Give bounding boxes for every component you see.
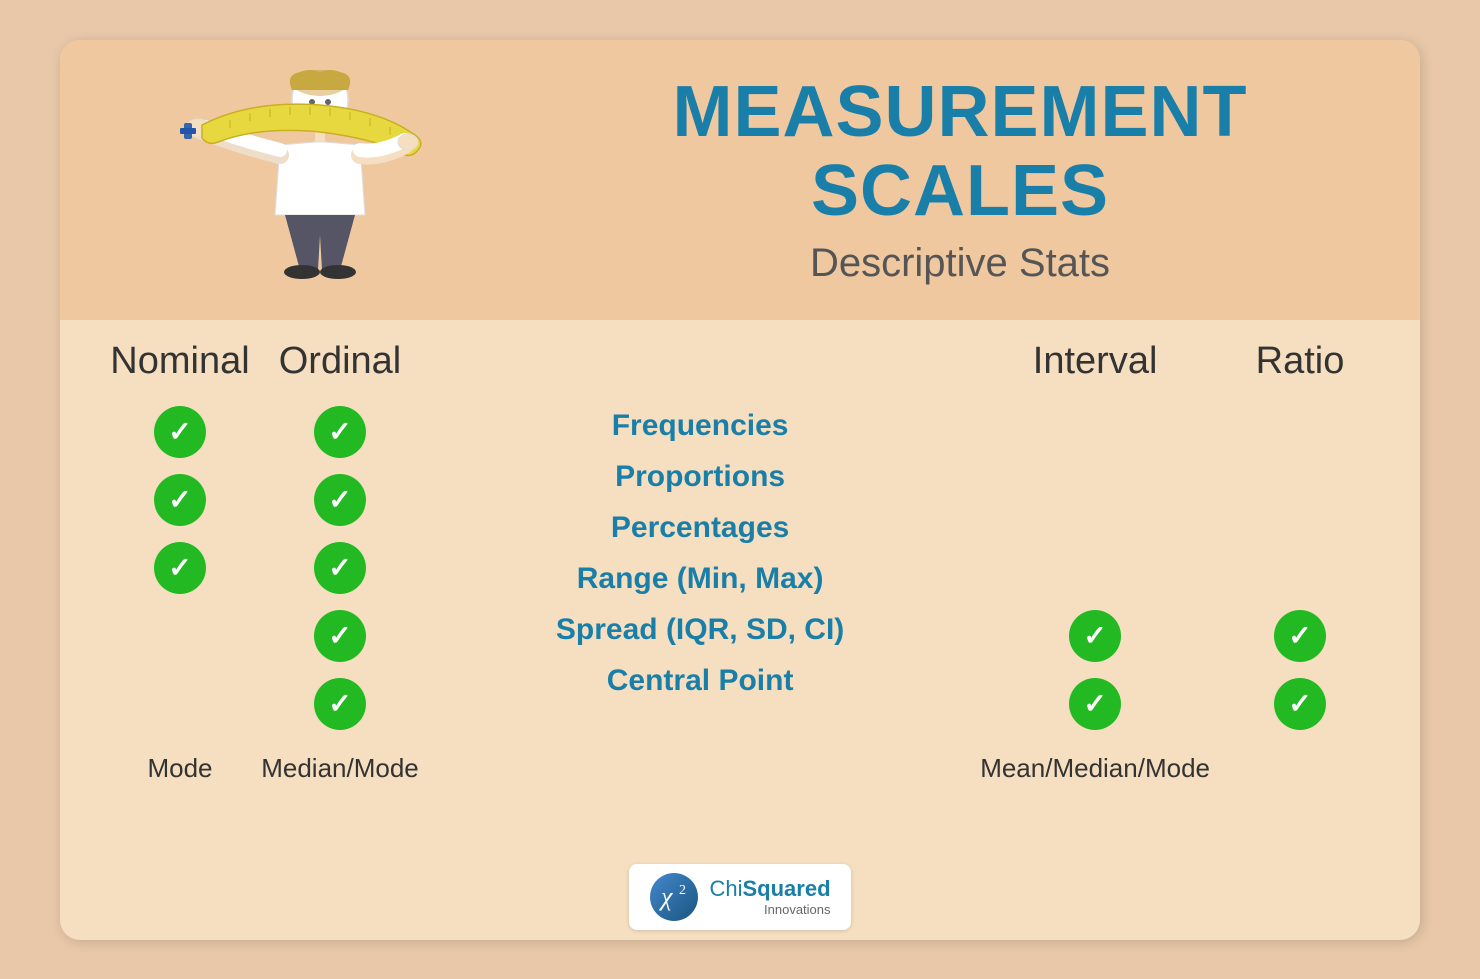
interval-footer: Mean/Median/Mode <box>980 753 1210 784</box>
logo-chi-text: ChiSquared <box>709 876 830 902</box>
right-columns: Interval Mean/Median/Mode Ratio <box>980 340 1380 784</box>
ordinal-check-2 <box>314 474 366 526</box>
logo-innovations-text: Innovations <box>709 902 830 918</box>
stat-central: Central Point <box>607 655 794 706</box>
columns-row: Nominal Mode Ordinal <box>100 340 1380 839</box>
ratio-footer <box>1296 753 1303 784</box>
ratio-check-1 <box>1274 610 1326 662</box>
nominal-spacer-2 <box>154 678 206 730</box>
interval-checks <box>1069 398 1121 738</box>
interval-spacer-1 <box>1069 406 1121 458</box>
nominal-spacer-1 <box>154 610 206 662</box>
nominal-check-1 <box>154 406 206 458</box>
stat-spread: Spread (IQR, SD, CI) <box>556 604 844 655</box>
figure-svg <box>170 70 450 290</box>
ordinal-check-4 <box>314 610 366 662</box>
interval-spacer-2 <box>1069 474 1121 526</box>
logo-box: χ 2 ChiSquared Innovations <box>629 864 850 930</box>
nominal-checks <box>154 398 206 738</box>
stat-percentages: Percentages <box>611 502 789 553</box>
interval-check-2 <box>1069 678 1121 730</box>
stat-proportions: Proportions <box>615 451 785 502</box>
stats-center: Frequencies Proportions Percentages Rang… <box>440 340 960 706</box>
ordinal-checks <box>314 398 366 738</box>
header-illustration <box>100 70 520 290</box>
ordinal-check-3 <box>314 542 366 594</box>
svg-text:χ: χ <box>658 882 673 911</box>
interval-check-1 <box>1069 610 1121 662</box>
stat-range: Range (Min, Max) <box>577 553 824 604</box>
header: MEASUREMENT SCALES Descriptive Stats <box>60 40 1420 320</box>
nominal-header: Nominal <box>110 340 249 383</box>
logo-text: ChiSquared Innovations <box>709 876 830 918</box>
ordinal-footer: Median/Mode <box>261 753 419 784</box>
ratio-spacer-2 <box>1274 474 1326 526</box>
main-title: MEASUREMENT SCALES <box>672 73 1247 231</box>
logo-area: χ 2 ChiSquared Innovations <box>60 849 1420 940</box>
main-card: MEASUREMENT SCALES Descriptive Stats Nom… <box>60 40 1420 940</box>
ratio-checks <box>1274 398 1326 738</box>
ratio-header: Ratio <box>1256 340 1345 383</box>
interval-header: Interval <box>1033 340 1158 383</box>
interval-spacer-3 <box>1069 542 1121 594</box>
chisquared-logo-icon: χ 2 <box>649 872 699 922</box>
ratio-check-2 <box>1274 678 1326 730</box>
ratio-spacer-3 <box>1274 542 1326 594</box>
figure-wrapper <box>170 70 450 290</box>
content: Nominal Mode Ordinal <box>60 320 1420 849</box>
interval-column: Interval Mean/Median/Mode <box>980 340 1210 784</box>
sub-title: Descriptive Stats <box>810 241 1110 286</box>
header-right: MEASUREMENT SCALES Descriptive Stats <box>520 73 1380 286</box>
nominal-footer: Mode <box>147 753 212 784</box>
ordinal-column: Ordinal Median/Mode <box>260 340 420 784</box>
ordinal-header: Ordinal <box>279 340 402 383</box>
ordinal-check-5 <box>314 678 366 730</box>
stat-frequencies: Frequencies <box>612 400 789 451</box>
nominal-column: Nominal Mode <box>100 340 260 784</box>
ratio-spacer-1 <box>1274 406 1326 458</box>
ratio-column: Ratio <box>1220 340 1380 784</box>
nominal-check-2 <box>154 474 206 526</box>
ordinal-check-1 <box>314 406 366 458</box>
svg-text:2: 2 <box>679 883 686 898</box>
nominal-check-3 <box>154 542 206 594</box>
